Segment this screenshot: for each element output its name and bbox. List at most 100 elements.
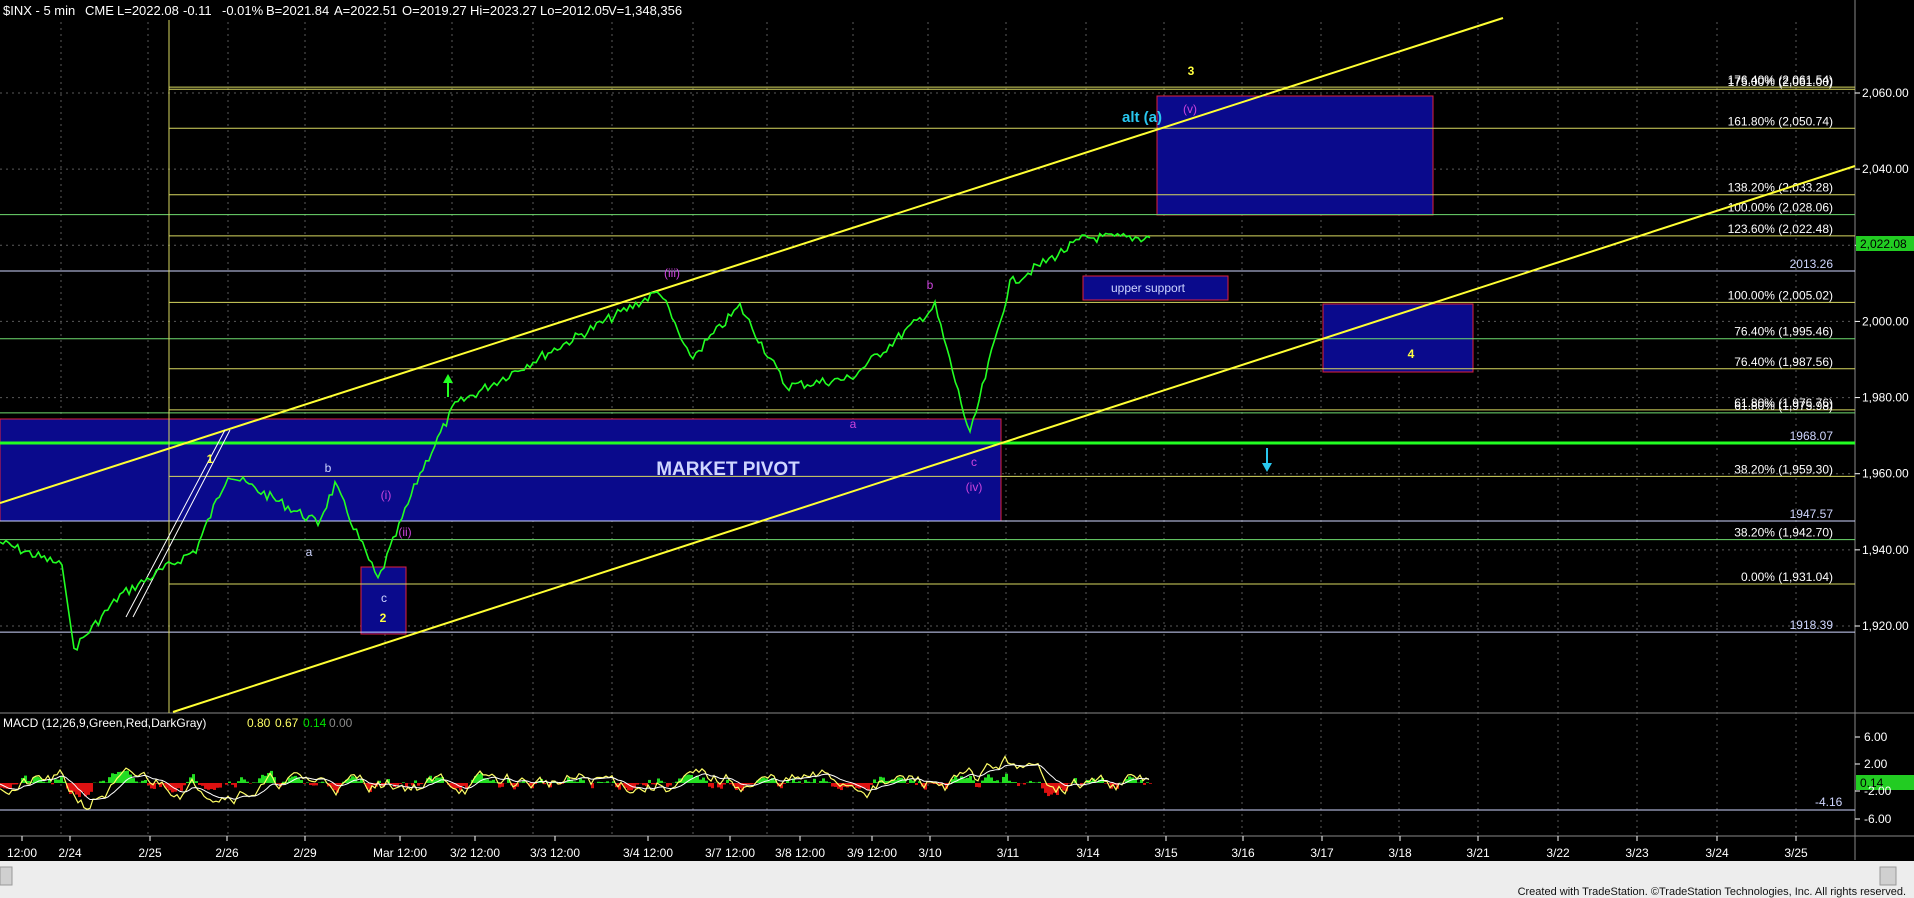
macd-bar bbox=[819, 781, 822, 783]
macd-bar bbox=[669, 783, 672, 786]
macd-bar bbox=[231, 783, 234, 785]
macd-bar bbox=[726, 779, 729, 783]
fib-label: 161.80% (2,050.74) bbox=[1728, 114, 1833, 128]
alt-a-label: alt (a) bbox=[1122, 109, 1162, 126]
price-level-label: 2013.26 bbox=[1790, 257, 1834, 271]
macd-bar bbox=[1134, 779, 1137, 783]
macd-bar bbox=[402, 782, 405, 783]
macd-tick-label: -6.00 bbox=[1864, 812, 1892, 826]
quote-header: $INX - 5 min CME L=2022.08 -0.11 -0.01% … bbox=[3, 3, 682, 18]
time-tick-label: 2/24 bbox=[58, 846, 82, 860]
macd-bar bbox=[282, 781, 285, 783]
macd-bar bbox=[141, 780, 144, 783]
time-tick-label: 3/10 bbox=[918, 846, 942, 860]
macd-bar bbox=[1008, 780, 1011, 783]
macd-bar bbox=[597, 781, 600, 783]
time-tick-label: 2/29 bbox=[293, 846, 317, 860]
macd-bar bbox=[1014, 782, 1017, 783]
macd-bar bbox=[399, 783, 402, 784]
macd-bar bbox=[606, 781, 609, 783]
price-level-label: 1918.39 bbox=[1790, 618, 1834, 632]
macd-bar bbox=[735, 783, 738, 791]
macd-bar bbox=[186, 781, 189, 783]
macd-bar bbox=[300, 780, 303, 783]
wave-label: b bbox=[325, 461, 332, 475]
macd-bar bbox=[879, 776, 882, 783]
time-tick-label: 3/9 12:00 bbox=[847, 846, 897, 860]
macd-bar bbox=[984, 777, 987, 783]
macd-bar bbox=[705, 780, 708, 783]
macd-bar bbox=[303, 783, 306, 784]
macd-bar bbox=[492, 779, 495, 783]
macd-bar bbox=[54, 779, 57, 783]
macd-bar bbox=[1038, 781, 1041, 783]
macd-bar bbox=[69, 783, 72, 794]
macd-bar bbox=[306, 782, 309, 783]
macd-bar bbox=[144, 780, 147, 783]
time-tick-label: 3/22 bbox=[1546, 846, 1570, 860]
macd-value-1: 0.80 bbox=[247, 716, 271, 730]
macd-bar bbox=[1041, 783, 1044, 789]
macd-tick-label: 6.00 bbox=[1864, 730, 1888, 744]
macd-bar bbox=[489, 780, 492, 783]
open-price: O=2019.27 bbox=[402, 3, 467, 18]
time-tick-label: 3/23 bbox=[1625, 846, 1649, 860]
macd-bar bbox=[747, 783, 750, 785]
macd-bar bbox=[174, 783, 177, 792]
price-tick-label: 1,940.00 bbox=[1862, 543, 1909, 557]
macd-bar bbox=[147, 783, 150, 786]
time-tick-label: 3/24 bbox=[1705, 846, 1729, 860]
macd-bar bbox=[276, 783, 279, 784]
macd-bar bbox=[702, 777, 705, 783]
macd-bar bbox=[249, 783, 252, 784]
scroll-left-button[interactable] bbox=[0, 866, 13, 886]
macd-bar bbox=[783, 783, 786, 784]
macd-bar bbox=[642, 783, 645, 786]
macd-bar bbox=[660, 780, 663, 783]
macd-bar bbox=[966, 777, 969, 783]
macd-bar bbox=[651, 783, 654, 785]
macd-bar bbox=[1002, 776, 1005, 783]
fib-label: 76.40% (1,995.46) bbox=[1734, 325, 1833, 339]
macd-title: MACD (12,26,9,Green,Red,DarkGray) bbox=[3, 716, 206, 730]
scroll-right-button[interactable] bbox=[1879, 866, 1897, 886]
macd-bar bbox=[240, 777, 243, 783]
macd-bar bbox=[1029, 780, 1032, 783]
macd-bar bbox=[987, 774, 990, 783]
macd-bar bbox=[828, 782, 831, 783]
macd-bar bbox=[822, 778, 825, 783]
macd-bar bbox=[1068, 783, 1071, 784]
macd-bar bbox=[201, 783, 204, 786]
low-price: Lo=2012.05 bbox=[540, 3, 609, 18]
wave-label: 1 bbox=[207, 452, 214, 466]
macd-bar bbox=[657, 778, 660, 783]
macd-bar bbox=[177, 783, 180, 789]
wave-label: (iv) bbox=[966, 480, 983, 494]
macd-bar bbox=[108, 777, 111, 783]
fib-label: 38.20% (1,942.70) bbox=[1734, 526, 1833, 540]
macd-bar bbox=[975, 783, 978, 788]
price-tick-label: 2,060.00 bbox=[1862, 86, 1909, 100]
macd-bar bbox=[573, 781, 576, 783]
pct-change: -0.01% bbox=[222, 3, 264, 18]
time-tick-label: 3/17 bbox=[1310, 846, 1334, 860]
time-tick-label: 3/11 bbox=[997, 846, 1020, 860]
macd-bar bbox=[261, 774, 264, 783]
macd-bar bbox=[1017, 783, 1020, 787]
macd-bar bbox=[1023, 783, 1026, 785]
macd-tick-label: 2.00 bbox=[1864, 757, 1888, 771]
macd-bar bbox=[804, 779, 807, 783]
macd-bar bbox=[45, 782, 48, 783]
macd-bar bbox=[1104, 783, 1107, 784]
market-pivot-box bbox=[0, 418, 1002, 522]
last-price: L=2022.08 bbox=[117, 3, 179, 18]
time-tick-label: 3/21 bbox=[1466, 846, 1490, 860]
macd-bar bbox=[1050, 783, 1053, 795]
macd-bar bbox=[132, 778, 135, 783]
macd-bar bbox=[228, 781, 231, 783]
macd-bar bbox=[978, 783, 981, 788]
macd-bar bbox=[798, 781, 801, 783]
macd-bar bbox=[237, 781, 240, 783]
target-box-3 bbox=[1156, 95, 1434, 216]
macd-bar bbox=[603, 782, 606, 783]
